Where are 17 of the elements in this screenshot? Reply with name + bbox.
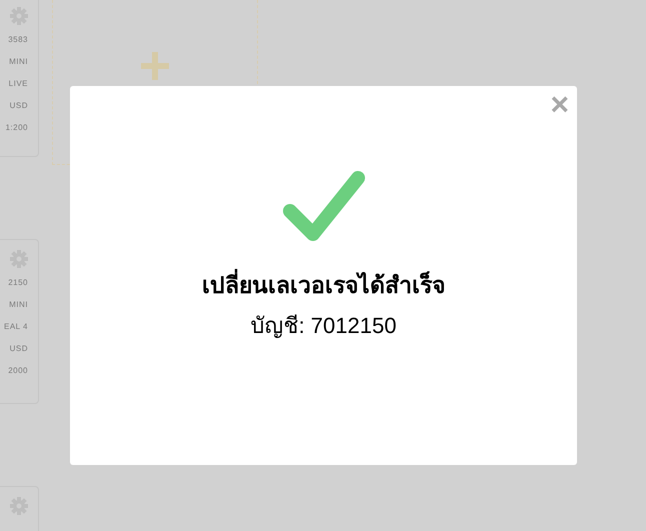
close-button[interactable]: × bbox=[550, 88, 569, 120]
account-detail: 2150 bbox=[8, 277, 28, 289]
dialog-title: เปลี่ยนเลเวอเรจได้สำเร็จ bbox=[202, 268, 445, 302]
account-detail: LIVE bbox=[8, 78, 28, 90]
account-detail: 2000 bbox=[8, 365, 28, 377]
account-number: บัญชี: 7012150 bbox=[250, 312, 396, 340]
account-card[interactable]: 3583 MINI LIVE USD 1:200 bbox=[0, 0, 39, 157]
account-detail: USD bbox=[10, 343, 28, 355]
account-card[interactable]: 2150 MINI EAL 4 USD 2000 bbox=[0, 239, 39, 404]
plus-icon bbox=[139, 50, 171, 82]
account-detail: MINI bbox=[9, 56, 28, 68]
account-detail: MINI bbox=[9, 299, 28, 311]
account-detail: USD bbox=[10, 100, 28, 112]
account-detail: 1:200 bbox=[5, 122, 28, 134]
checkmark-icon bbox=[282, 170, 364, 242]
account-detail: 3583 bbox=[8, 34, 28, 46]
account-detail: EAL 4 bbox=[4, 321, 28, 333]
